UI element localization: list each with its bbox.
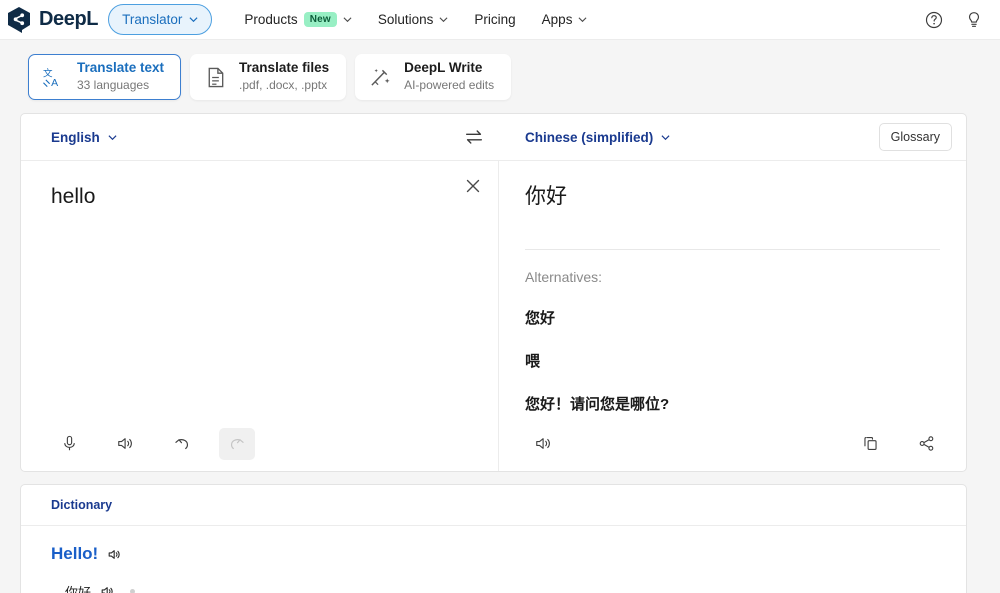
share-icon [919, 436, 933, 451]
source-toolbar [21, 416, 498, 471]
swap-languages-button[interactable] [463, 126, 485, 148]
tab-deepl-write[interactable]: DeepL Write AI-powered edits [355, 54, 512, 100]
speak-translation-button[interactable] [525, 428, 561, 460]
target-language-selector[interactable]: Chinese (simplified) [525, 130, 670, 145]
translate-text-icon: 文 A [43, 67, 58, 89]
nav-item-solutions[interactable]: Solutions [378, 12, 449, 27]
copy-translation-button[interactable] [852, 428, 888, 460]
target-toolbar [499, 416, 966, 471]
redo-button [219, 427, 255, 460]
product-switcher-translator[interactable]: Translator [108, 4, 213, 35]
chevron-down-icon [108, 134, 117, 140]
redo-icon [230, 439, 244, 450]
magic-wand-icon [371, 68, 390, 86]
translated-text: 你好 [525, 185, 567, 208]
copy-icon [863, 437, 877, 450]
nav-label-pricing: Pricing [474, 12, 516, 27]
lightbulb-icon[interactable] [964, 10, 984, 30]
translation-output[interactable]: 你好 Alternatives: 您好 喂 您好！请问您是哪位? [499, 161, 966, 416]
alternative-item[interactable]: 您好 [525, 307, 940, 328]
nav-label-apps: Apps [541, 12, 573, 27]
dictionary-entry-word[interactable]: Hello! [51, 544, 98, 564]
source-textarea[interactable]: hello [21, 161, 498, 416]
target-pane: 你好 Alternatives: 您好 喂 您好！请问您是哪位? [499, 161, 966, 471]
main-nav: Products New Solutions Pricing Apps [244, 12, 587, 27]
deepl-logo[interactable]: DeepL [6, 6, 99, 34]
glossary-button[interactable]: Glossary [878, 123, 952, 151]
nav-label-products: Products [244, 12, 298, 27]
speaker-icon [535, 438, 550, 449]
close-icon[interactable] [462, 175, 484, 197]
microphone-button[interactable] [51, 428, 87, 460]
tab-title-deepl-write: DeepL Write [404, 60, 483, 76]
alternative-item[interactable]: 您好！请问您是哪位? [525, 393, 940, 414]
target-language-label: Chinese (simplified) [525, 129, 654, 145]
source-text: hello [51, 185, 96, 208]
tab-subtitle-translate-files: .pdf, .docx, .pptx [239, 78, 328, 93]
brand-name: DeepL [39, 8, 99, 30]
dictionary-title[interactable]: Dictionary [21, 485, 966, 526]
alternatives-divider [525, 249, 940, 251]
chevron-down-icon [578, 17, 587, 23]
undo-icon [174, 439, 188, 450]
document-icon [208, 67, 224, 87]
svg-text:A: A [51, 77, 58, 89]
speaker-icon[interactable] [100, 584, 115, 593]
chevron-down-icon [343, 17, 352, 23]
microphone-icon [63, 435, 75, 451]
separator-dot [130, 589, 136, 593]
question-circle-icon[interactable] [924, 10, 944, 30]
chevron-down-icon [189, 17, 198, 23]
tab-subtitle-deepl-write: AI-powered edits [404, 78, 495, 93]
dictionary-entry: Hello! [51, 544, 966, 564]
alternative-item[interactable]: 喂 [525, 350, 940, 371]
mode-tabs: 文 A Translate text 33 languages Translat… [0, 40, 1000, 113]
product-switcher-label: Translator [122, 12, 183, 27]
app-header: DeepL Translator Products New Solutions … [0, 0, 1000, 40]
nav-item-products[interactable]: Products New [244, 12, 352, 27]
target-language-area: Chinese (simplified) Glossary [499, 114, 966, 160]
translation-panes: hello 你好 Alternatives: 您好 喂 您好！请问您是哪位? [21, 161, 966, 471]
dictionary-card: Dictionary Hello! 你好 [20, 484, 967, 593]
dictionary-body: Hello! 你好 [21, 526, 966, 593]
language-bar: English Chinese (simplified) Glossary [21, 114, 966, 161]
source-language-label: English [51, 129, 100, 145]
undo-button[interactable] [163, 428, 199, 460]
tab-title-translate-text: Translate text [77, 60, 165, 76]
new-badge: New [303, 12, 337, 27]
speak-source-button[interactable] [107, 428, 143, 460]
nav-item-pricing[interactable]: Pricing [474, 12, 515, 27]
chevron-down-icon [439, 17, 448, 23]
source-language-area: English [21, 114, 499, 160]
alternatives-label: Alternatives: [525, 269, 603, 286]
dictionary-subentry: 你好 [65, 582, 966, 593]
tab-translate-files[interactable]: Translate files .pdf, .docx, .pptx [190, 54, 347, 100]
tab-subtitle-translate-text: 33 languages [77, 78, 150, 93]
header-actions [924, 10, 984, 30]
nav-label-solutions: Solutions [377, 12, 434, 27]
tab-translate-text[interactable]: 文 A Translate text 33 languages [28, 54, 182, 100]
share-translation-button[interactable] [908, 428, 944, 460]
deepl-logo-icon [8, 6, 30, 33]
translator-card: English Chinese (simplified) Glossary he… [20, 113, 967, 472]
source-language-selector[interactable]: English [51, 130, 117, 145]
speaker-icon [117, 438, 132, 449]
speaker-icon[interactable] [107, 547, 122, 562]
tab-title-translate-files: Translate files [239, 60, 330, 76]
nav-item-apps[interactable]: Apps [542, 12, 588, 27]
chevron-down-icon [661, 134, 670, 140]
source-pane: hello [21, 161, 499, 471]
dictionary-subentry-word[interactable]: 你好 [65, 582, 91, 593]
